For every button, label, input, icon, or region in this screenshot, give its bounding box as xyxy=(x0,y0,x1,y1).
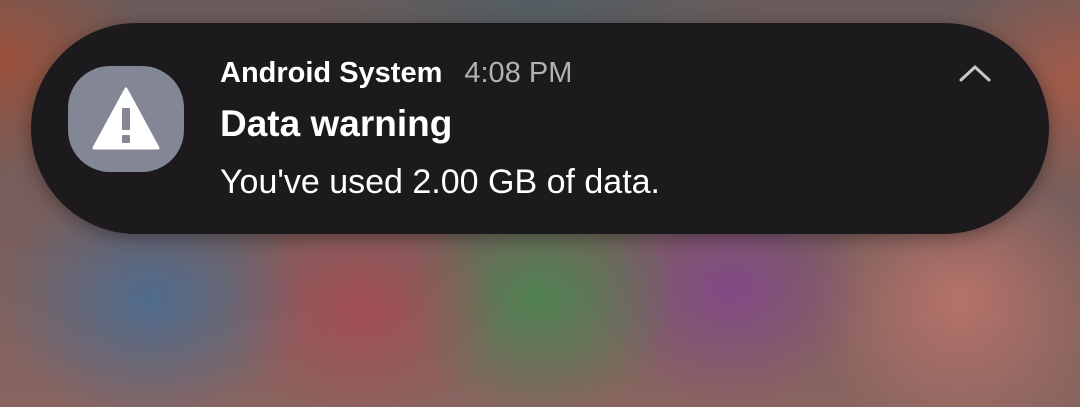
collapse-button[interactable] xyxy=(947,53,1003,97)
notification-time: 4:08 PM xyxy=(464,56,573,89)
notification-body: You've used 2.00 GB of data. xyxy=(220,163,661,201)
chevron-up-icon xyxy=(959,65,991,82)
data-warning-notification[interactable]: Android System 4:08 PM Data warning You'… xyxy=(31,23,1049,234)
notification-title: Data warning xyxy=(220,103,453,144)
notification-header: Android System 4:08 PM xyxy=(220,53,572,93)
app-icon xyxy=(68,66,184,172)
app-name: Android System xyxy=(220,56,443,89)
warning-triangle-icon xyxy=(92,87,160,150)
